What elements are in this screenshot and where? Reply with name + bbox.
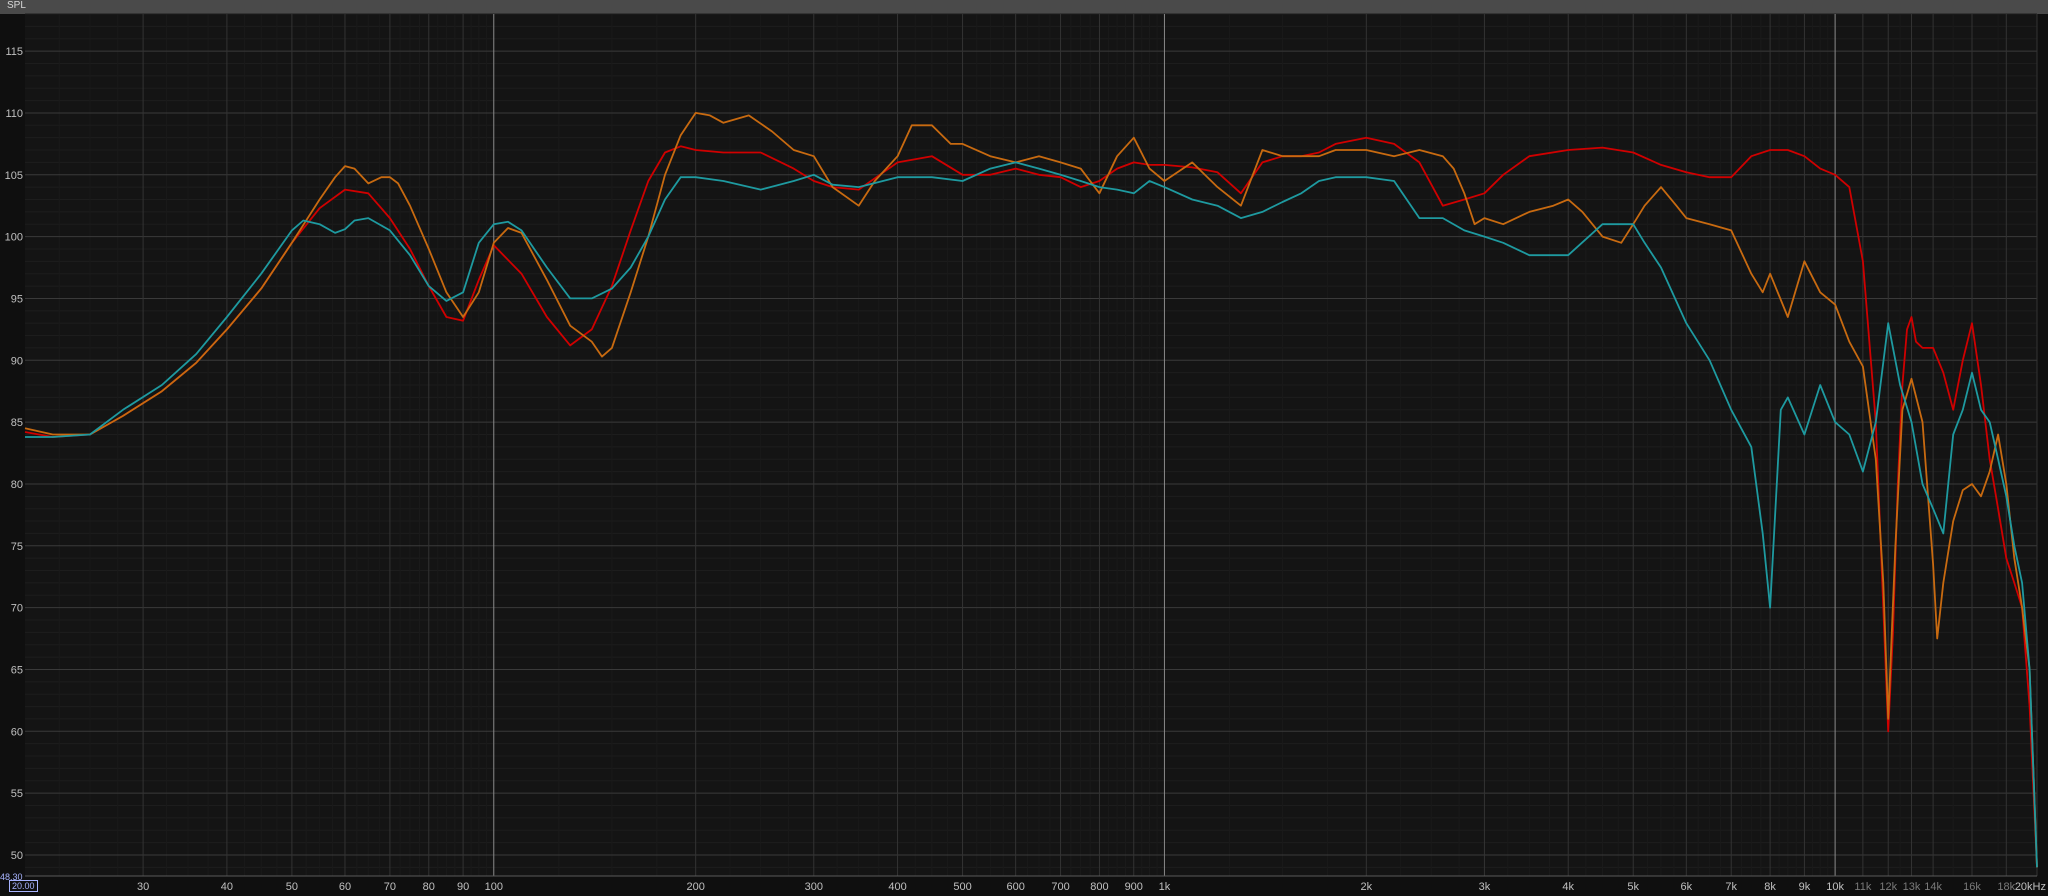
x-tick-label: 2k <box>1361 881 1373 893</box>
x-tick-label: 8k <box>1764 881 1776 893</box>
y-tick-label: 55 <box>11 788 23 800</box>
x-tick-label: 700 <box>1051 881 1069 893</box>
y-tick-label: 50 <box>11 850 23 862</box>
y-tick-label: 90 <box>11 355 23 367</box>
y-tick-label: 75 <box>11 541 23 553</box>
x-axis-ticks: 30 40 50 60 70 80 90 100 200 300 400 500 600 700 800 90… <box>137 881 2046 893</box>
y-tick-label: 65 <box>11 664 23 676</box>
y-axis-ticks: 115 110 105 100 95 90 85 80 75 70 65 60 55 50 <box>5 46 23 862</box>
x-start-readout[interactable]: 20.00 <box>9 880 38 892</box>
x-tick-label: 20kHz <box>2015 881 2046 893</box>
x-tick-label: 9k <box>1799 881 1811 893</box>
x-tick-label: 90 <box>457 881 469 893</box>
x-tick-label: 18k <box>1997 881 2015 893</box>
x-tick-label: 5k <box>1627 881 1639 893</box>
x-tick-label: 70 <box>384 881 396 893</box>
x-tick-label: 800 <box>1090 881 1108 893</box>
x-tick-label: 900 <box>1125 881 1143 893</box>
x-tick-label: 60 <box>339 881 351 893</box>
x-tick-label: 100 <box>485 881 503 893</box>
x-tick-label: 14k <box>1924 881 1942 893</box>
x-tick-label: 1k <box>1159 881 1171 893</box>
x-tick-label: 400 <box>888 881 906 893</box>
x-tick-label: 300 <box>805 881 823 893</box>
y-tick-label: 100 <box>5 232 23 244</box>
frequency-response-chart: 115 110 105 100 95 90 85 80 75 70 65 60 55 50 30 40 50 6… <box>5 13 2046 893</box>
y-tick-label: 70 <box>11 603 23 615</box>
x-tick-label: 200 <box>686 881 704 893</box>
y-tick-label: 105 <box>5 170 23 182</box>
x-tick-label: 600 <box>1006 881 1024 893</box>
x-tick-label: 11k <box>1854 881 1871 893</box>
x-tick-label: 4k <box>1562 881 1574 893</box>
x-tick-label: 10k <box>1826 881 1844 893</box>
x-tick-label: 7k <box>1725 881 1737 893</box>
x-tick-label: 6k <box>1681 881 1693 893</box>
x-tick-label: 3k <box>1479 881 1491 893</box>
x-tick-label: 500 <box>953 881 971 893</box>
x-tick-label: 16k <box>1963 881 1981 893</box>
y-tick-label: 85 <box>11 417 23 429</box>
y-tick-label: 80 <box>11 479 23 491</box>
y-tick-label: 110 <box>5 108 23 120</box>
x-tick-label: 50 <box>286 881 298 893</box>
x-tick-label: 30 <box>137 881 149 893</box>
x-tick-label: 80 <box>423 881 435 893</box>
plot-area <box>25 14 2037 876</box>
y-tick-label: 60 <box>11 726 23 738</box>
y-tick-label: 115 <box>5 46 23 58</box>
x-tick-label: 13k <box>1903 881 1921 893</box>
x-tick-label: 40 <box>221 881 233 893</box>
x-tick-label: 12k <box>1879 881 1897 893</box>
y-tick-label: 95 <box>11 293 23 305</box>
